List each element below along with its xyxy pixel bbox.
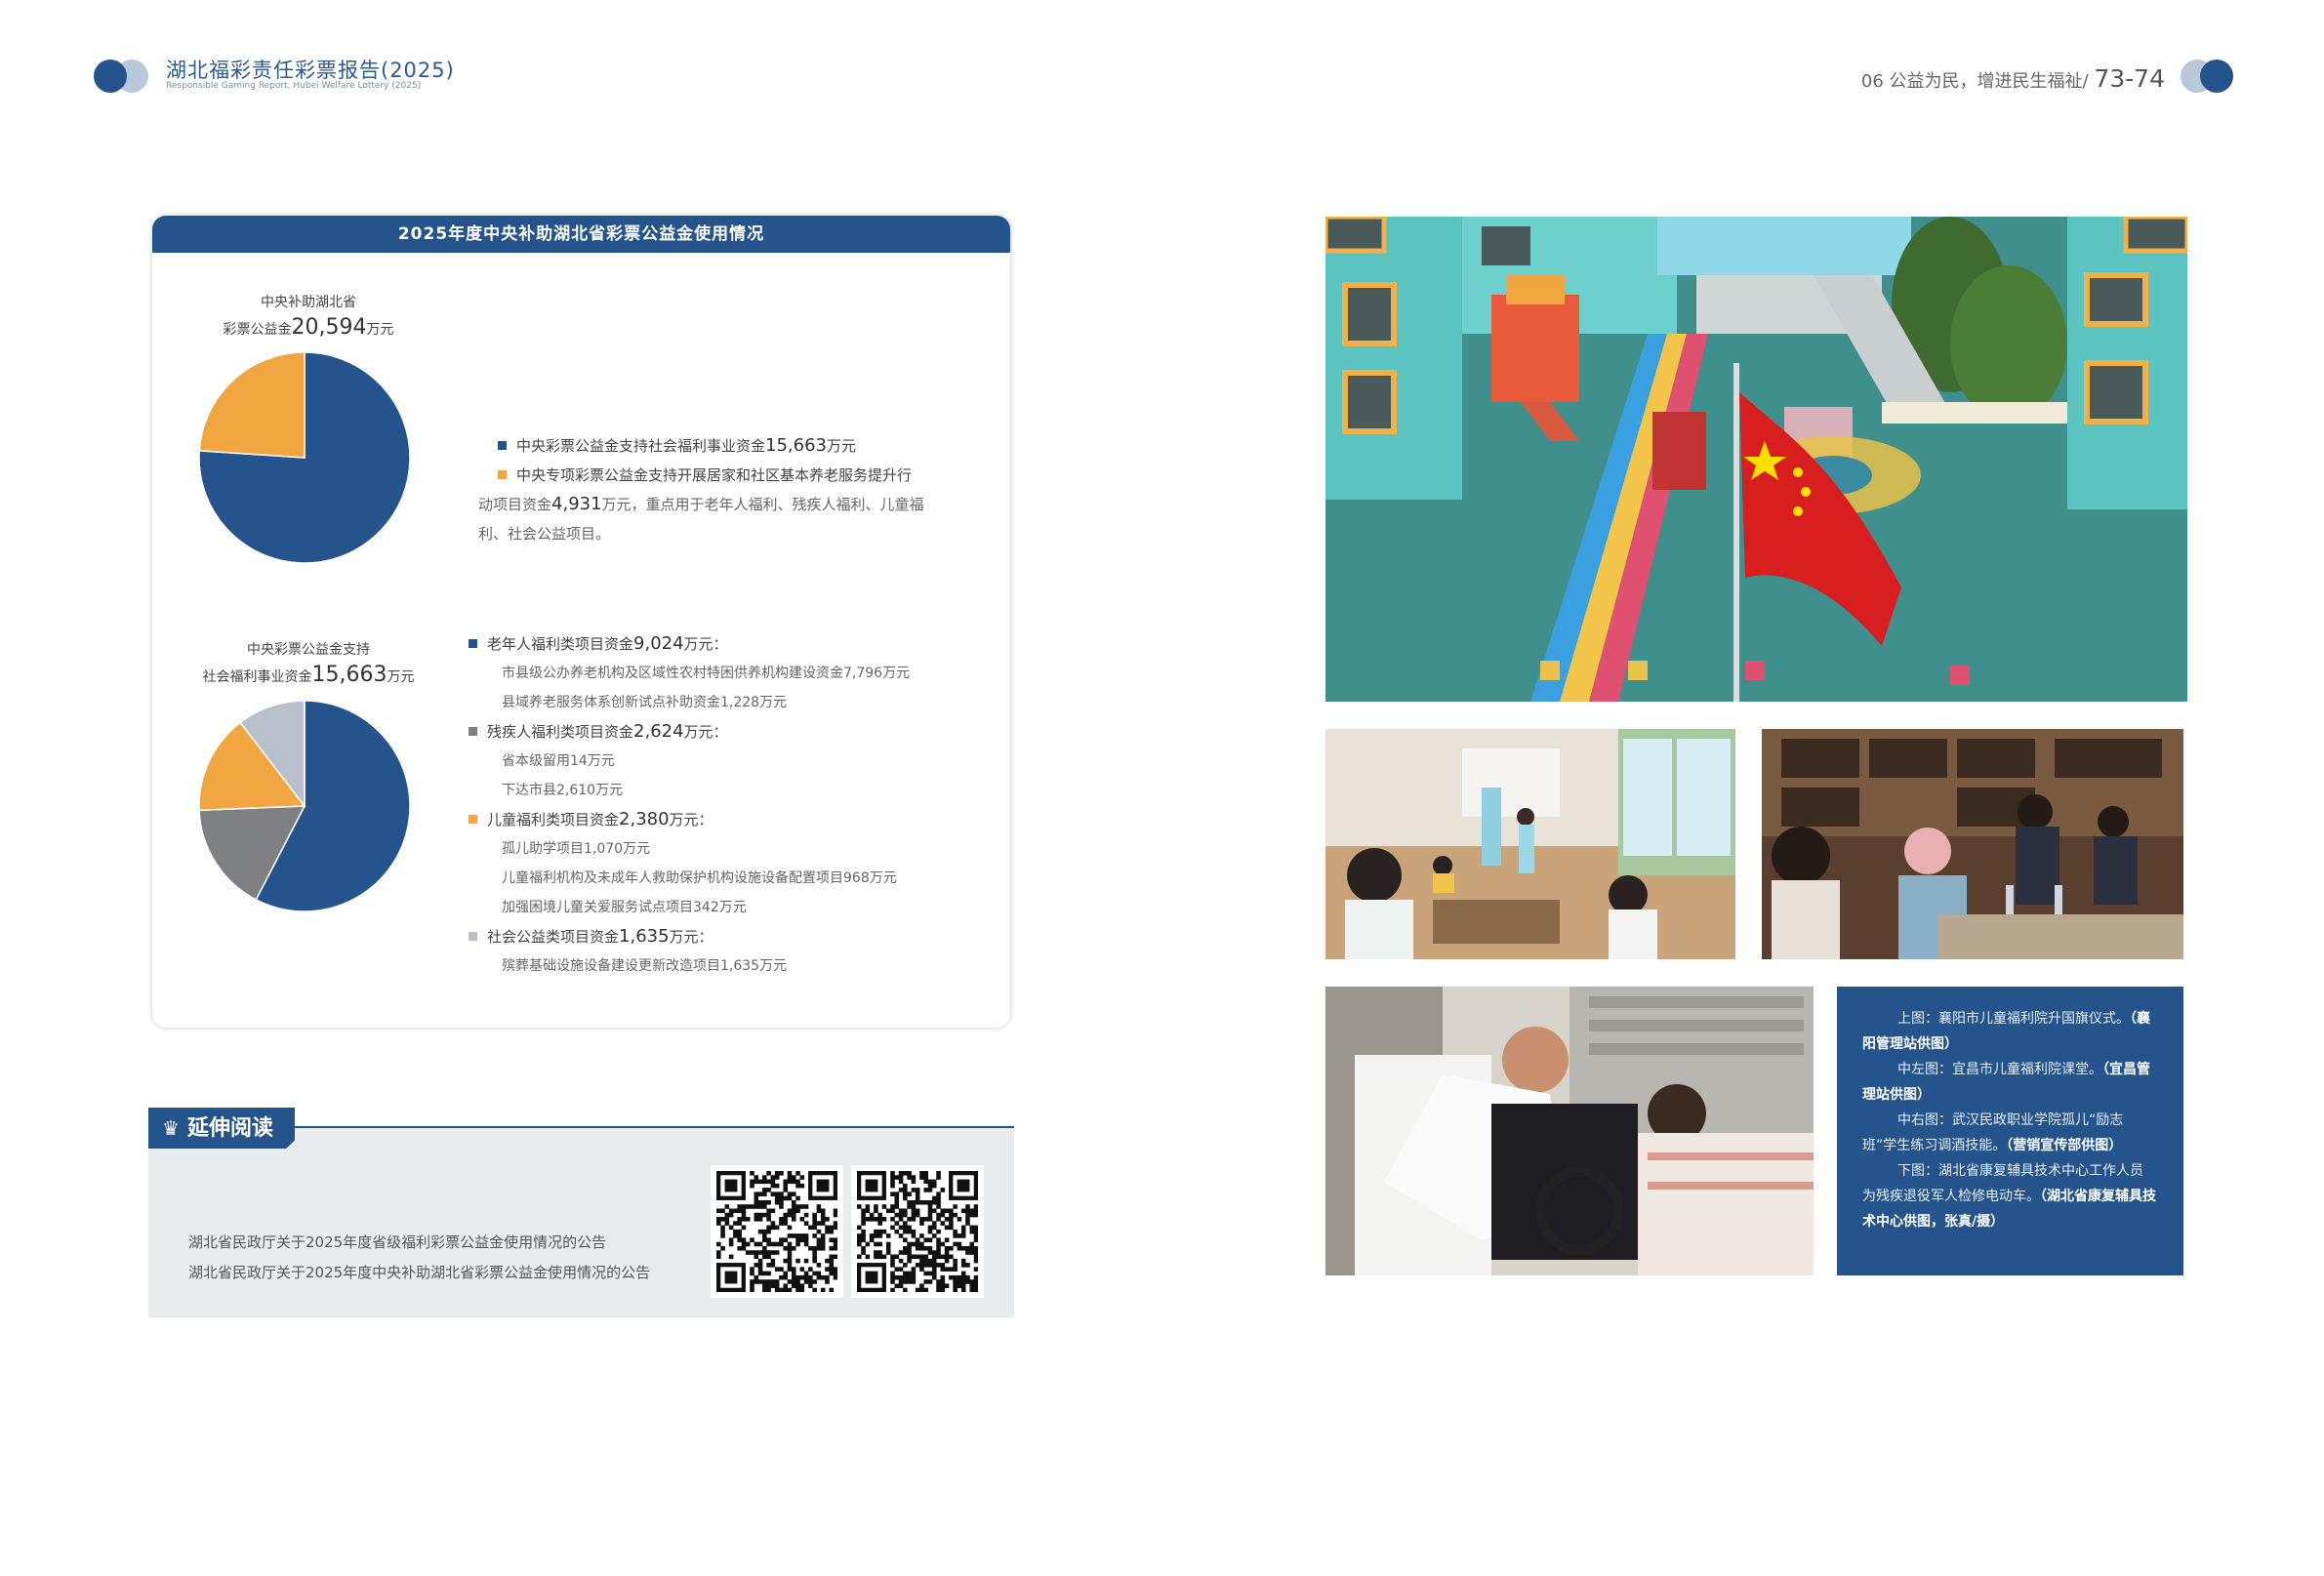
legend2-item-disabled: 残疾人福利类项目资金2,624万元： 省本级留用14万元 下达市县2,610万元 bbox=[469, 717, 996, 805]
announcement-link-central[interactable]: 湖北省民政厅关于2025年度中央补助湖北省彩票公益金使用情况的公告 bbox=[188, 1258, 650, 1288]
announcement-link-provincial[interactable]: 湖北省民政厅关于2025年度省级福利彩票公益金使用情况的公告 bbox=[188, 1228, 650, 1258]
pie-chart-2 bbox=[198, 700, 411, 912]
extended-reading-tag: ♛ 延伸阅读 bbox=[148, 1108, 295, 1149]
caption-middle-right: 中右图：武汉民政职业学院孤儿“励志班”学生练习调酒技能。（营销宣传部供图） bbox=[1862, 1112, 2124, 1153]
page-numbers: 73-74 bbox=[2094, 64, 2165, 93]
photo-classroom bbox=[1325, 729, 1735, 959]
caption-top: 上图：襄阳市儿童福利院升国旗仪式。（襄阳管理站供图） bbox=[1862, 1011, 2150, 1052]
legend1-item-elderly-care: 中央专项彩票公益金支持开展居家和社区基本养老服务提升行 bbox=[498, 461, 986, 490]
section-header: 06 公益为民，增进民生福祉/ 73-74 bbox=[1861, 64, 2165, 93]
legend2-item-children: 儿童福利类项目资金2,380万元： 孤儿助学项目1,070万元 儿童福利机构及未… bbox=[469, 805, 996, 922]
caption-bottom: 下图：湖北省康复辅具技术中心工作人员为残疾退役军人检修电动车。（湖北省康复辅具技… bbox=[1862, 1163, 2156, 1230]
legend-2: 老年人福利类项目资金9,024万元： 市县级公办养老机构及区域性农村特困供养机构… bbox=[469, 629, 996, 981]
qr-code-1[interactable] bbox=[711, 1165, 843, 1298]
pie2-caption: 中央彩票公益金支持 社会福利事业资金15,663万元 bbox=[202, 642, 415, 687]
legend2-item-public: 社会公益类项目资金1,635万元： 殡葬基础设施设备建设更新改造项目1,635万… bbox=[469, 922, 996, 981]
funding-card: 2025年度中央补助湖北省彩票公益金使用情况 中央补助湖北省 彩票公益金20,5… bbox=[152, 216, 1010, 1028]
caption-middle-left: 中左图：宜昌市儿童福利院课堂。（宜昌管理站供图） bbox=[1862, 1062, 2150, 1103]
pie1-caption: 中央补助湖北省 彩票公益金20,594万元 bbox=[223, 295, 394, 340]
qr-code-2-pattern bbox=[857, 1171, 979, 1293]
legend1-item-elderly-care-cont: 动项目资金4,931万元，重点用于老年人福利、残疾人福利、儿童福 利、社会公益项… bbox=[478, 494, 924, 543]
header-logo-dots bbox=[94, 59, 152, 94]
header-logo-dots-right bbox=[2181, 59, 2239, 94]
pie-chart-1 bbox=[198, 351, 411, 564]
section-title: 06 公益为民，增进民生福祉/ bbox=[1860, 71, 2089, 92]
book-icon: ♛ bbox=[162, 1116, 180, 1140]
qr-code-1-pattern bbox=[716, 1171, 838, 1293]
legend-1: 中央彩票公益金支持社会福利事业资金15,663万元 中央专项彩票公益金支持开展居… bbox=[478, 431, 986, 548]
photo-captions: 上图：襄阳市儿童福利院升国旗仪式。（襄阳管理站供图） 中左图：宜昌市儿童福利院课… bbox=[1837, 987, 2183, 1275]
card-title: 2025年度中央补助湖北省彩票公益金使用情况 bbox=[152, 216, 1010, 253]
photo-flag-raising bbox=[1325, 217, 2187, 702]
legend2-item-elderly: 老年人福利类项目资金9,024万元： 市县级公办养老机构及区域性农村特困供养机构… bbox=[469, 629, 996, 717]
extended-reading-links: 湖北省民政厅关于2025年度省级福利彩票公益金使用情况的公告 湖北省民政厅关于2… bbox=[188, 1228, 650, 1288]
legend1-item-welfare: 中央彩票公益金支持社会福利事业资金15,663万元 bbox=[498, 431, 986, 461]
qr-code-2[interactable] bbox=[851, 1165, 984, 1298]
pie-slice-2 bbox=[198, 351, 306, 459]
photo-bartending bbox=[1762, 729, 2183, 959]
photo-wheelchair-repair bbox=[1325, 987, 1814, 1275]
legend-swatch bbox=[498, 441, 507, 450]
legend-swatch bbox=[498, 470, 507, 479]
report-subtitle: Responsible Gaming Report, Hubei Welfare… bbox=[166, 81, 422, 91]
report-title: 湖北福彩责任彩票报告(2025) bbox=[166, 59, 455, 82]
